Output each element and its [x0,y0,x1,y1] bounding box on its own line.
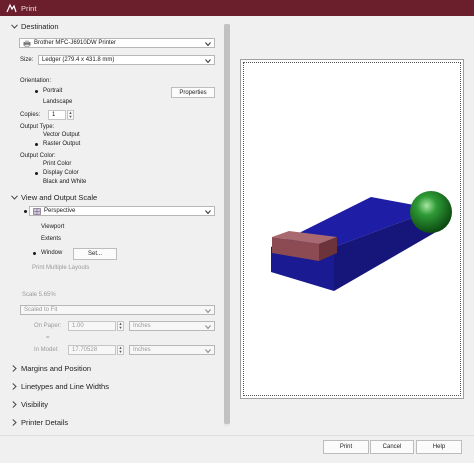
view-value: Perspective [44,208,76,214]
section-title: Linetypes and Line Widths [21,382,109,391]
chevron-down-icon: ▼ [118,325,123,330]
printer-select[interactable]: Brother MFC-J6910DW Printer [19,38,215,48]
window-title: Print [21,3,37,13]
radio-checked-icon [31,250,37,256]
radio-unchecked-icon [31,236,37,242]
section-margins-position[interactable]: Margins and Position [10,364,91,373]
output-color-label: Output Color: [20,153,56,159]
in-model-label: In Model: [34,347,59,353]
section-title: Destination [21,22,59,31]
section-title: View and Output Scale [21,193,98,202]
size-value: Ledger (279.4 x 431.8 mm) [42,57,115,63]
radio-unchecked-icon [33,179,39,185]
equals-sign: = [46,335,50,341]
in-model-unit-select[interactable]: Inches [129,345,215,355]
size-label: Size: [20,57,34,63]
scale-mode-select[interactable]: Scaled to Fit [20,305,215,315]
printer-name: Brother MFC-J6910DW Printer [34,40,117,46]
section-linetypes[interactable]: Linetypes and Line Widths [10,382,109,391]
radio-checked-icon [33,141,39,147]
chevron-down-icon [205,308,211,313]
section-title: Printer Details [21,418,69,427]
area-viewport[interactable]: Viewport [31,224,64,230]
settings-panel: Destination Brother MFC-J6910DW Printer … [0,16,235,435]
chevron-down-icon [10,23,18,31]
preview-panel [235,16,474,435]
orientation-landscape[interactable]: Landscape [33,99,72,105]
on-paper-stepper[interactable]: ▲ ▼ [117,321,124,331]
chevron-down-icon [10,194,18,202]
output-type-label: Output Type: [20,124,55,130]
radio-unchecked-icon [33,161,39,167]
section-printer-details[interactable]: Printer Details [10,418,68,427]
chevron-down-icon: ▼ [118,349,123,354]
on-paper-input[interactable]: 1.00 [68,321,116,331]
radio-unchecked-icon [22,265,28,271]
help-button[interactable]: Help [416,440,462,454]
app-icon [6,3,17,14]
output-color-print[interactable]: Print Color [33,161,71,167]
settings-scrollbar[interactable] [224,24,230,426]
area-window[interactable]: Window [31,250,62,256]
title-bar: Print [0,0,474,16]
area-extents[interactable]: Extents [31,236,61,242]
scale-mode-value: Scaled to Fit [24,307,58,313]
print-multiple-layouts[interactable]: Print Multiple Layouts [22,265,89,271]
radio-unchecked-icon [33,99,39,105]
paper-preview [240,59,464,399]
viewport-icon [33,207,41,215]
print-button[interactable]: Print [323,440,369,454]
view-select[interactable]: Perspective [29,206,215,216]
copies-stepper[interactable]: ▲ ▼ [67,110,74,120]
output-type-vector[interactable]: Vector Output [33,132,80,138]
scale-label: Scale 5.65% [22,292,56,298]
chevron-right-icon [10,383,18,391]
section-destination[interactable]: Destination [10,22,59,31]
output-color-display[interactable]: Display Color [33,170,79,176]
chevron-right-icon [10,365,18,373]
chevron-right-icon [10,401,18,409]
radio-unchecked-icon [31,224,37,230]
in-model-unit: Inches [133,347,151,353]
chevron-down-icon [205,209,211,214]
dialog-button-bar: Print Cancel Help [0,435,474,463]
output-type-raster[interactable]: Raster Output [33,141,80,147]
cancel-button[interactable]: Cancel [370,440,414,454]
on-paper-unit-select[interactable]: Inches [129,321,215,331]
in-model-stepper[interactable]: ▲ ▼ [117,345,124,355]
on-paper-label: On Paper: [34,323,62,329]
size-select[interactable]: Ledger (279.4 x 431.8 mm) [38,55,215,65]
orientation-label: Orientation: [20,78,52,84]
radio-checked-icon [33,88,39,94]
section-visibility[interactable]: Visibility [10,400,48,409]
chevron-down-icon [205,348,211,353]
scrollbar-thumb[interactable] [224,24,230,424]
section-title: Visibility [21,400,48,409]
chevron-down-icon [205,58,211,63]
output-color-bw[interactable]: Black and White [33,179,86,185]
in-model-input[interactable]: 17.70528 [68,345,116,355]
chevron-down-icon: ▼ [68,114,73,119]
model-preview [271,191,452,291]
radio-unchecked-icon [33,132,39,138]
orientation-portrait[interactable]: Portrait [33,88,62,94]
section-title: Margins and Position [21,364,92,373]
on-paper-unit: Inches [133,323,151,329]
green-sphere [410,191,452,233]
copies-label: Copies: [20,112,41,118]
radio-checked-icon [33,170,39,176]
section-view-output-scale[interactable]: View and Output Scale [10,193,97,202]
chevron-right-icon [10,419,18,427]
set-window-button[interactable]: Set... [73,248,117,260]
chevron-down-icon [205,324,211,329]
printer-icon [23,40,31,47]
chevron-down-icon [205,41,211,46]
properties-button[interactable]: Properties [171,87,215,98]
copies-input[interactable]: 1 [48,110,66,120]
radio-checked-icon [22,208,28,214]
